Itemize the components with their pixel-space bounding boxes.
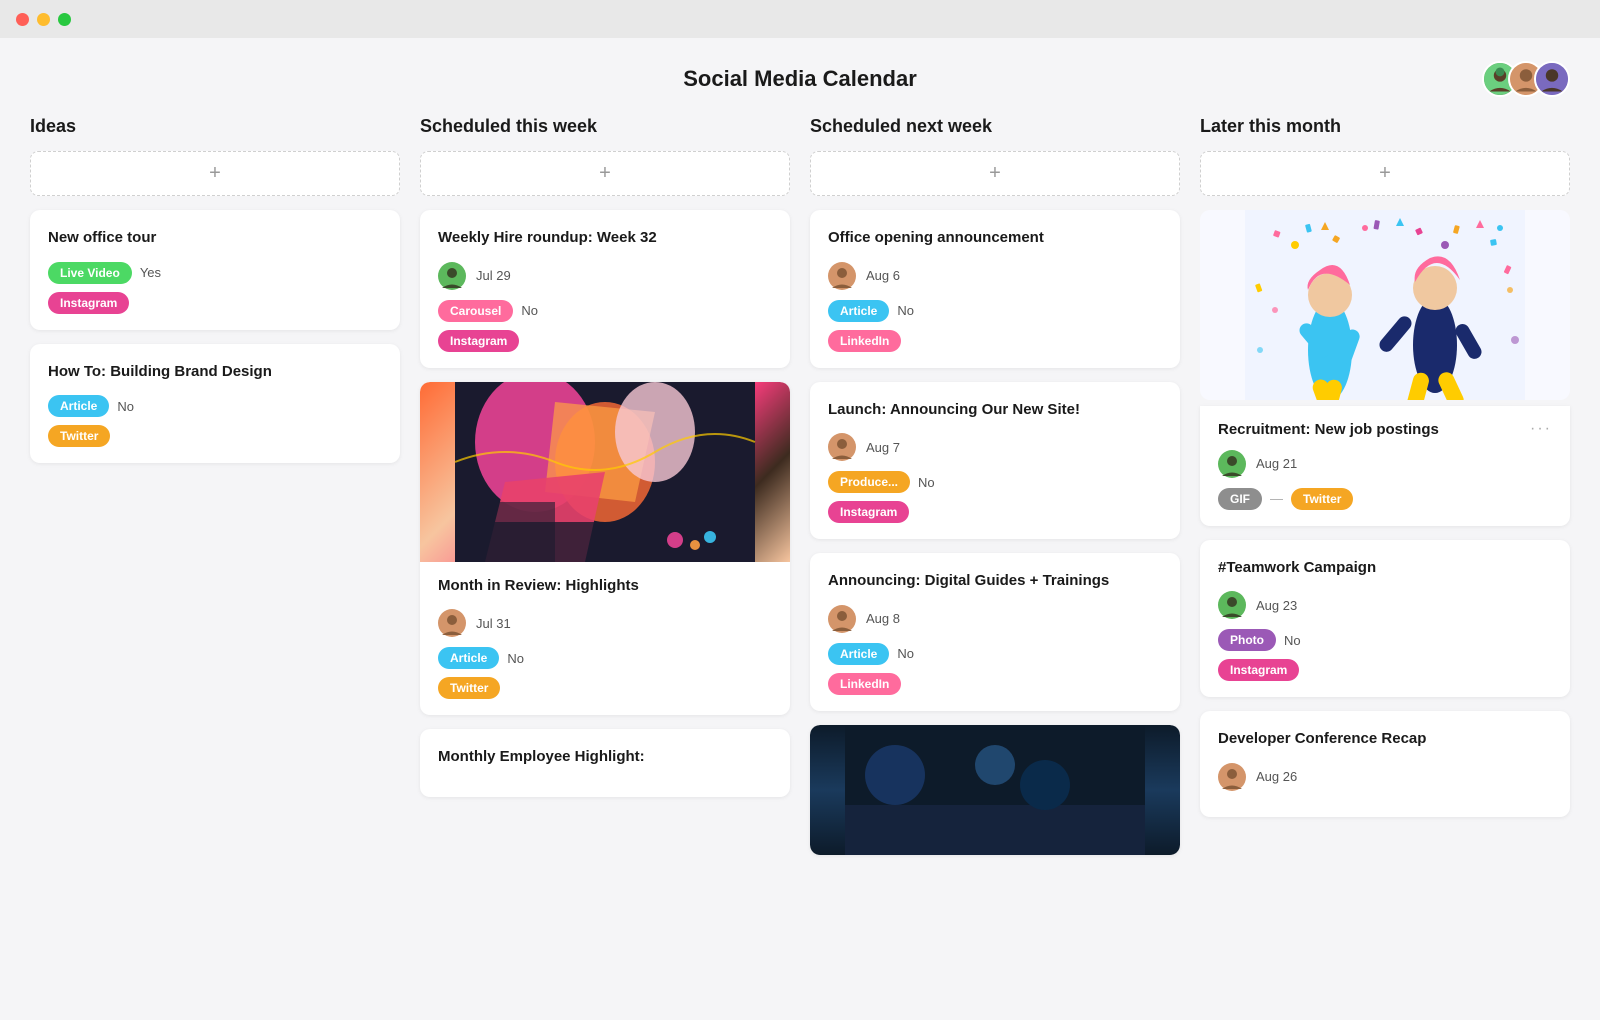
avatar-3 <box>1534 61 1570 97</box>
avatar-small-3 <box>828 262 856 290</box>
no-text-3: No <box>507 651 524 666</box>
avatar-small-6 <box>1218 450 1246 478</box>
tag-linkedin-1: LinkedIn <box>828 330 901 352</box>
column-ideas-header: Ideas <box>30 116 400 137</box>
card-launch-new-site: Launch: Announcing Our New Site! Aug 7 P… <box>810 382 1180 540</box>
no-text-7: No <box>1284 633 1301 648</box>
no-text-2: No <box>521 303 538 318</box>
illustration-svg <box>1200 210 1570 400</box>
card-developer-conf-title: Developer Conference Recap <box>1218 729 1552 749</box>
kanban-board: Ideas + New office tour Live Video Yes I… <box>30 116 1570 869</box>
column-later-this-month-header: Later this month <box>1200 116 1570 137</box>
tag-instagram-1: Instagram <box>48 292 129 314</box>
card-weekly-hire-meta: Jul 29 <box>438 262 772 290</box>
card-launch-new-site-title: Launch: Announcing Our New Site! <box>828 400 1162 420</box>
no-text-1: No <box>117 399 134 414</box>
card-office-opening-title: Office opening announcement <box>828 228 1162 248</box>
traffic-light-red[interactable] <box>16 13 29 26</box>
card-teamwork-campaign: #Teamwork Campaign Aug 23 Photo No Insta… <box>1200 540 1570 698</box>
card-month-review: Month in Review: Highlights Jul 31 Artic… <box>420 382 790 716</box>
card-recruitment: Recruitment: New job postings ··· Aug 21… <box>1200 406 1570 526</box>
column-scheduled-this-week: Scheduled this week + Weekly Hire roundu… <box>420 116 790 869</box>
tag-carousel-1: Carousel <box>438 300 513 322</box>
tag-instagram-3: Instagram <box>828 501 909 523</box>
card-digital-guides: Announcing: Digital Guides + Trainings A… <box>810 553 1180 711</box>
column-scheduled-next-week: Scheduled next week + Office opening ann… <box>810 116 1180 869</box>
avatar-small-8 <box>1218 763 1246 791</box>
avatar-small-1 <box>438 262 466 290</box>
tag-gif-1: GIF <box>1218 488 1262 510</box>
card-weekly-hire-title: Weekly Hire roundup: Week 32 <box>438 228 772 248</box>
card-image-month-review <box>420 382 790 562</box>
tag-instagram-2: Instagram <box>438 330 519 352</box>
card-developer-conf: Developer Conference Recap Aug 26 <box>1200 711 1570 817</box>
card-recruitment-title: Recruitment: New job postings <box>1218 420 1439 440</box>
date-month-review: Jul 31 <box>476 616 511 631</box>
tag-article-3: Article <box>828 300 889 322</box>
tag-live-video: Live Video <box>48 262 132 284</box>
add-ideas-button[interactable]: + <box>30 151 400 196</box>
card-teamwork-title: #Teamwork Campaign <box>1218 558 1552 578</box>
date-weekly-hire: Jul 29 <box>476 268 511 283</box>
tag-article-2: Article <box>438 647 499 669</box>
card-new-office-tour-title: New office tour <box>48 228 382 248</box>
tag-instagram-4: Instagram <box>1218 659 1299 681</box>
card-monthly-employee: Monthly Employee Highlight: <box>420 729 790 797</box>
date-digital-guides: Aug 8 <box>866 611 900 626</box>
header: Social Media Calendar <box>30 38 1570 116</box>
tag-article-1: Article <box>48 395 109 417</box>
more-options-btn[interactable]: ··· <box>1530 420 1552 438</box>
column-ideas: Ideas + New office tour Live Video Yes I… <box>30 116 400 869</box>
titlebar <box>0 0 1600 38</box>
column-later-this-month: Later this month + <box>1200 116 1570 869</box>
card-weekly-hire: Weekly Hire roundup: Week 32 Jul 29 Caro… <box>420 210 790 368</box>
traffic-light-yellow[interactable] <box>37 13 50 26</box>
card-dark-image <box>810 725 1180 855</box>
no-text-4: No <box>897 303 914 318</box>
card-month-review-title: Month in Review: Highlights <box>438 576 772 596</box>
tag-twitter-1: Twitter <box>48 425 110 447</box>
tag-twitter-2: Twitter <box>438 677 500 699</box>
date-recruitment: Aug 21 <box>1256 456 1297 471</box>
card-new-office-tour-tags: Live Video Yes <box>48 262 382 284</box>
tag-linkedin-2: LinkedIn <box>828 673 901 695</box>
card-next-week-partial <box>810 725 1180 855</box>
card-monthly-employee-title: Monthly Employee Highlight: <box>438 747 772 767</box>
page-title: Social Media Calendar <box>683 66 917 92</box>
column-scheduled-next-week-header: Scheduled next week <box>810 116 1180 137</box>
date-office-opening: Aug 6 <box>866 268 900 283</box>
tag-produce-1: Produce... <box>828 471 910 493</box>
card-building-brand: How To: Building Brand Design Article No… <box>30 344 400 464</box>
tag-photo-1: Photo <box>1218 629 1276 651</box>
card-office-opening: Office opening announcement Aug 6 Articl… <box>810 210 1180 368</box>
yes-no-1: Yes <box>140 265 161 280</box>
column-scheduled-this-week-header: Scheduled this week <box>420 116 790 137</box>
avatar-small-4 <box>828 433 856 461</box>
no-text-6: No <box>897 646 914 661</box>
no-text-5: No <box>918 475 935 490</box>
date-teamwork: Aug 23 <box>1256 598 1297 613</box>
card-new-office-tour: New office tour Live Video Yes Instagram <box>30 210 400 330</box>
avatar-small-2 <box>438 609 466 637</box>
tag-twitter-3: Twitter <box>1291 488 1353 510</box>
tag-article-4: Article <box>828 643 889 665</box>
illustration-card <box>1200 210 1570 400</box>
add-this-week-button[interactable]: + <box>420 151 790 196</box>
card-digital-guides-title: Announcing: Digital Guides + Trainings <box>828 571 1162 591</box>
add-next-week-button[interactable]: + <box>810 151 1180 196</box>
date-launch-new-site: Aug 7 <box>866 440 900 455</box>
traffic-light-green[interactable] <box>58 13 71 26</box>
add-later-button[interactable]: + <box>1200 151 1570 196</box>
card-building-brand-title: How To: Building Brand Design <box>48 362 382 382</box>
avatar-group <box>1482 61 1570 97</box>
date-developer-conf: Aug 26 <box>1256 769 1297 784</box>
separator-1: — <box>1270 491 1283 506</box>
avatar-small-7 <box>1218 591 1246 619</box>
avatar-small-5 <box>828 605 856 633</box>
